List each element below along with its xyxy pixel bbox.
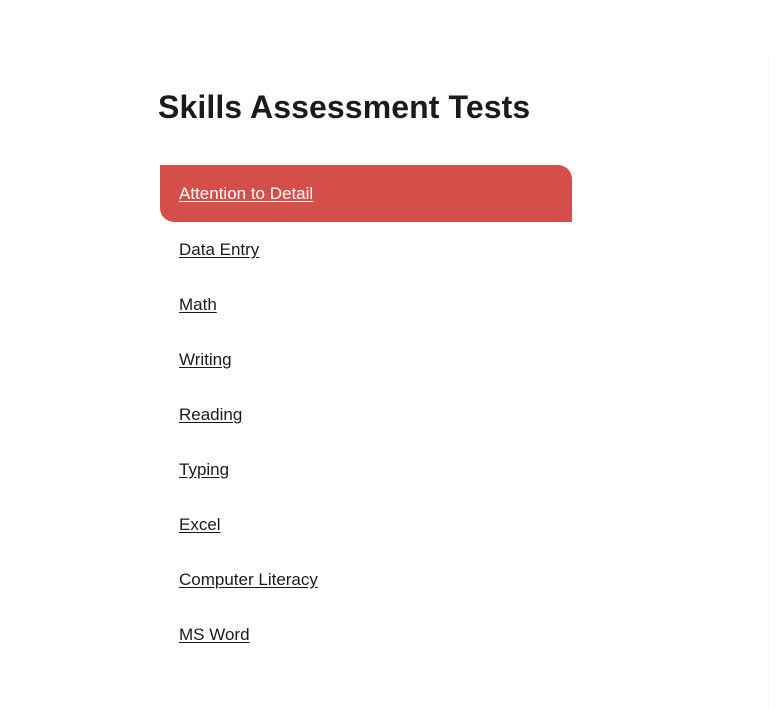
- test-link-excel[interactable]: Excel: [179, 514, 221, 536]
- test-list-item-math[interactable]: Math: [160, 277, 572, 332]
- test-link-typing[interactable]: Typing: [179, 459, 229, 481]
- skills-test-list: Attention to Detail Data Entry Math Writ…: [160, 165, 572, 662]
- test-list-item-ms-word[interactable]: MS Word: [160, 607, 572, 662]
- test-list-item-writing[interactable]: Writing: [160, 332, 572, 387]
- test-list-item-excel[interactable]: Excel: [160, 497, 572, 552]
- test-link-math[interactable]: Math: [179, 294, 217, 316]
- test-link-data-entry[interactable]: Data Entry: [179, 239, 259, 261]
- page-title: Skills Assessment Tests: [158, 89, 531, 125]
- test-list-item-reading[interactable]: Reading: [160, 387, 572, 442]
- test-list-item-data-entry[interactable]: Data Entry: [160, 222, 572, 277]
- test-link-writing[interactable]: Writing: [179, 349, 232, 371]
- test-link-reading[interactable]: Reading: [179, 404, 242, 426]
- test-link-computer-literacy[interactable]: Computer Literacy: [179, 569, 318, 591]
- skills-assessment-page: Skills Assessment Tests Attention to Det…: [0, 0, 775, 709]
- test-link-attention-to-detail[interactable]: Attention to Detail: [179, 183, 313, 205]
- test-list-item-typing[interactable]: Typing: [160, 442, 572, 497]
- panel-divider: [768, 57, 769, 709]
- test-link-ms-word[interactable]: MS Word: [179, 624, 250, 646]
- test-list-item-attention-to-detail[interactable]: Attention to Detail: [160, 165, 572, 222]
- test-list-item-computer-literacy[interactable]: Computer Literacy: [160, 552, 572, 607]
